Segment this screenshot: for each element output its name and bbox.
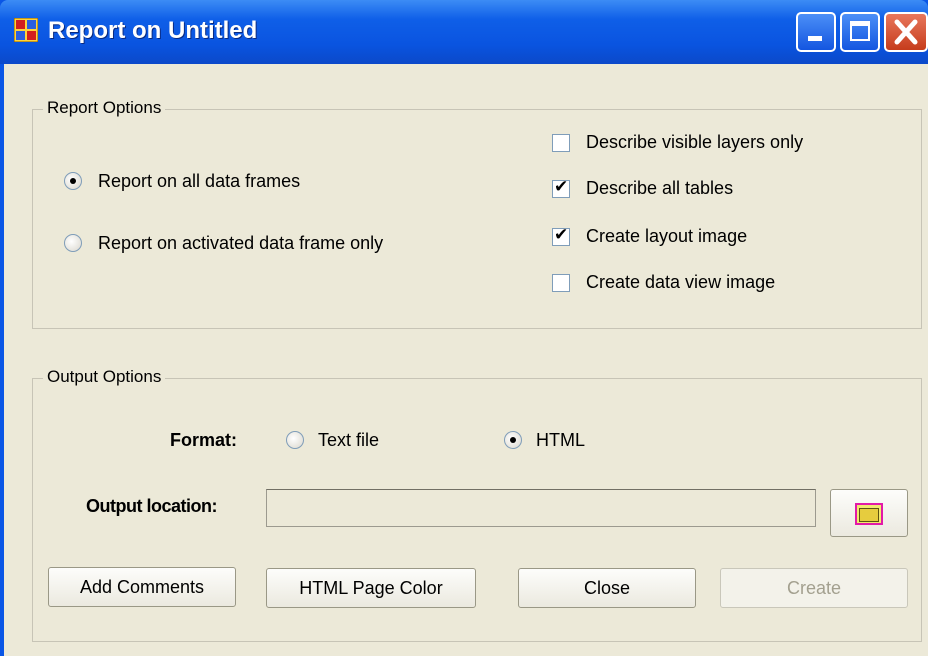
radio-format-html[interactable] <box>504 431 522 449</box>
radio-format-html-label[interactable]: HTML <box>536 430 585 451</box>
radio-all-data-frames-label[interactable]: Report on all data frames <box>98 171 300 192</box>
dialog-client-area: Report Options Report on all data frames… <box>0 64 928 656</box>
minimize-icon <box>808 36 822 41</box>
checkbox-all-tables-label[interactable]: Describe all tables <box>586 178 733 199</box>
html-page-color-button[interactable]: HTML Page Color <box>266 568 476 608</box>
checkbox-layout-image[interactable] <box>552 225 570 246</box>
checkbox-visible-layers[interactable] <box>552 134 570 152</box>
checkbox-layout-image-label[interactable]: Create layout image <box>586 226 747 247</box>
output-options-legend: Output Options <box>43 367 166 387</box>
report-app-icon <box>14 18 38 42</box>
folder-icon <box>855 503 883 525</box>
radio-format-text-file[interactable] <box>286 431 304 449</box>
minimize-button[interactable] <box>796 12 836 52</box>
radio-format-text-file-label[interactable]: Text file <box>318 430 379 451</box>
radio-all-data-frames[interactable] <box>64 172 82 190</box>
window-title: Report on Untitled <box>48 17 258 44</box>
close-icon <box>894 19 918 45</box>
report-options-legend: Report Options <box>43 98 166 118</box>
format-label: Format: <box>170 430 237 450</box>
create-button: Create <box>720 568 908 608</box>
checkbox-visible-layers-label[interactable]: Describe visible layers only <box>586 132 803 153</box>
maximize-icon <box>850 21 870 41</box>
browse-folder-button[interactable] <box>830 489 908 537</box>
checkbox-data-view-image-label[interactable]: Create data view image <box>586 272 775 293</box>
close-button[interactable]: Close <box>518 568 696 608</box>
output-location-label: Output location: <box>86 496 217 516</box>
close-window-button[interactable] <box>884 12 928 52</box>
checkbox-all-tables[interactable] <box>552 177 570 198</box>
output-location-input[interactable] <box>266 489 816 527</box>
maximize-button[interactable] <box>840 12 880 52</box>
report-dialog-window: Report on Untitled Report Options Report… <box>0 0 928 656</box>
title-bar[interactable]: Report on Untitled <box>0 0 928 64</box>
radio-activated-data-frame[interactable] <box>64 234 82 252</box>
checkbox-data-view-image[interactable] <box>552 274 570 292</box>
radio-activated-data-frame-label[interactable]: Report on activated data frame only <box>98 233 383 254</box>
add-comments-button[interactable]: Add Comments <box>48 567 236 607</box>
